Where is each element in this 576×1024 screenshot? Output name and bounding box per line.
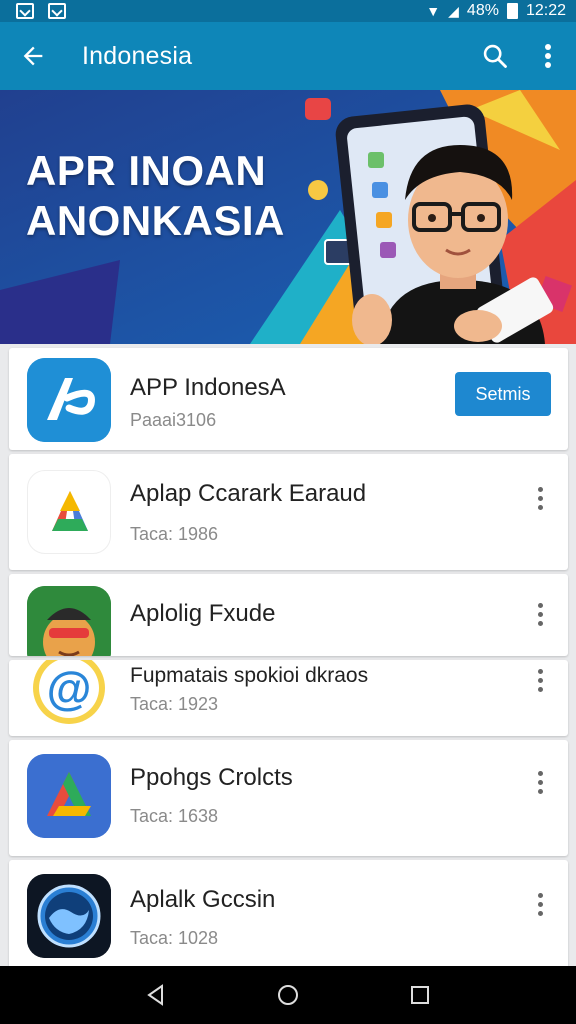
app-meta: Taca: 1638: [130, 806, 219, 826]
banner-headline: APR INOAN ANONKASIA: [26, 146, 285, 246]
more-options-button[interactable]: [526, 594, 554, 634]
more-options-button[interactable]: [526, 478, 554, 518]
app-name: Aplap Ccarark Earaud: [130, 480, 367, 507]
overflow-menu-button[interactable]: [520, 22, 576, 90]
triangle-back-icon: [147, 984, 163, 1006]
app-bar: Indonesia: [0, 22, 576, 90]
battery-icon: [506, 3, 518, 19]
clock: 12:22: [525, 2, 566, 19]
app-indonesia-icon: [27, 358, 111, 442]
app-character-icon: [27, 586, 111, 656]
back-arrow-icon: [23, 46, 43, 66]
status-bar: ▼ ◢ 48% 12:22: [0, 0, 576, 22]
circle-home-icon: [278, 985, 298, 1005]
list-item[interactable]: Aplap Ccarark Earaud Taca: 1986: [9, 454, 568, 570]
app-triangle-icon: [27, 470, 111, 554]
nav-recents-button[interactable]: [400, 975, 440, 1015]
battery-percent: 48%: [466, 2, 499, 19]
list-item[interactable]: Ppohgs Crolcts Taca: 1638: [9, 740, 568, 856]
notification-icon: [16, 3, 34, 19]
banner-headline-line2: ANONKASIA: [26, 197, 285, 244]
list-item[interactable]: APP IndonesA Paaai3106 Setmis: [9, 348, 568, 450]
search-button[interactable]: [470, 22, 520, 90]
list-item[interactable]: Aplalk Gccsin Taca: 1028: [9, 860, 568, 966]
svg-text:@: @: [47, 662, 92, 714]
setmis-button[interactable]: Setmis: [455, 372, 551, 416]
square-recents-icon: [411, 986, 429, 1004]
app-name: Aplolig Fxude: [130, 600, 276, 627]
back-button[interactable]: [0, 22, 66, 90]
system-navigation-bar: [0, 966, 576, 1024]
signal-icon: ◢: [448, 2, 459, 19]
notification-icon: [48, 3, 66, 19]
app-drive-icon: [27, 754, 111, 838]
app-name: APP IndonesA: [130, 374, 286, 401]
nav-back-button[interactable]: [136, 975, 176, 1015]
app-name: Ppohgs Crolcts: [130, 764, 293, 791]
app-name: Aplalk Gccsin: [130, 886, 276, 913]
app-globe-icon: [27, 874, 111, 958]
list-item[interactable]: Aplolig Fxude: [9, 574, 568, 656]
more-options-button[interactable]: [526, 660, 554, 700]
wifi-icon: ▼: [426, 3, 441, 19]
search-icon: [483, 44, 507, 68]
app-meta: Taca: 1923: [130, 694, 219, 714]
app-meta: Taca: 1986: [130, 524, 219, 544]
app-name: Fupmatais spokioi dkraos: [130, 664, 369, 687]
page-title: Indonesia: [82, 41, 193, 70]
app-at-sign-icon: @: [27, 660, 111, 730]
more-options-button[interactable]: [526, 762, 554, 802]
nav-home-button[interactable]: [268, 975, 308, 1015]
list-item[interactable]: @ Fupmatais spokioi dkraos Taca: 1923: [9, 660, 568, 736]
app-meta: Paaai3106: [130, 410, 217, 430]
app-meta: Taca: 1028: [130, 928, 219, 948]
more-options-button[interactable]: [526, 884, 554, 924]
promo-banner[interactable]: APR INOAN ANONKASIA: [0, 90, 576, 344]
more-vertical-icon: [545, 44, 551, 68]
banner-headline-line1: APR INOAN: [26, 147, 267, 194]
